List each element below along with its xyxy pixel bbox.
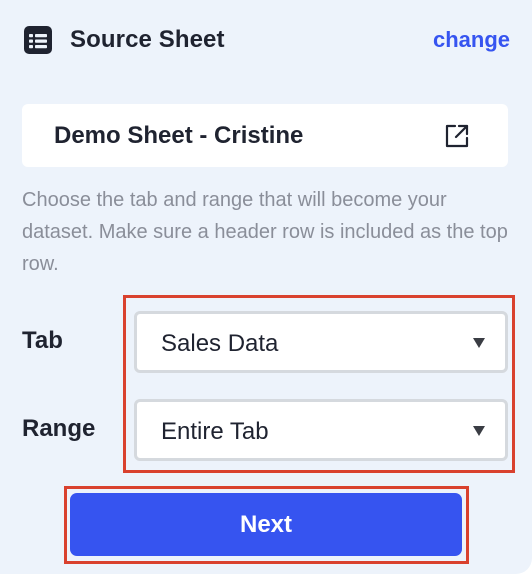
range-label: Range bbox=[22, 415, 96, 442]
change-link[interactable]: change bbox=[433, 25, 510, 55]
dropdown-arrow-icon bbox=[473, 338, 485, 348]
next-button[interactable]: Next bbox=[70, 493, 462, 556]
dropdown-arrow-icon bbox=[473, 426, 485, 436]
sheet-grid-icon bbox=[24, 26, 52, 54]
range-select[interactable]: Entire Tab bbox=[134, 399, 508, 461]
sheet-name: Demo Sheet - Cristine bbox=[54, 122, 304, 149]
source-sheet-panel: Source Sheet change Demo Sheet - Cristin… bbox=[0, 0, 532, 574]
external-link-icon[interactable] bbox=[444, 123, 470, 149]
tab-select-value: Sales Data bbox=[161, 330, 279, 357]
range-select-value: Entire Tab bbox=[161, 418, 269, 445]
tab-select[interactable]: Sales Data bbox=[134, 311, 508, 373]
panel-header: Source Sheet change bbox=[22, 24, 510, 58]
selected-sheet-card: Demo Sheet - Cristine bbox=[22, 104, 508, 167]
panel-title: Source Sheet bbox=[70, 26, 225, 53]
tab-label: Tab bbox=[22, 327, 63, 354]
instructions-text: Choose the tab and range that will becom… bbox=[22, 189, 508, 275]
